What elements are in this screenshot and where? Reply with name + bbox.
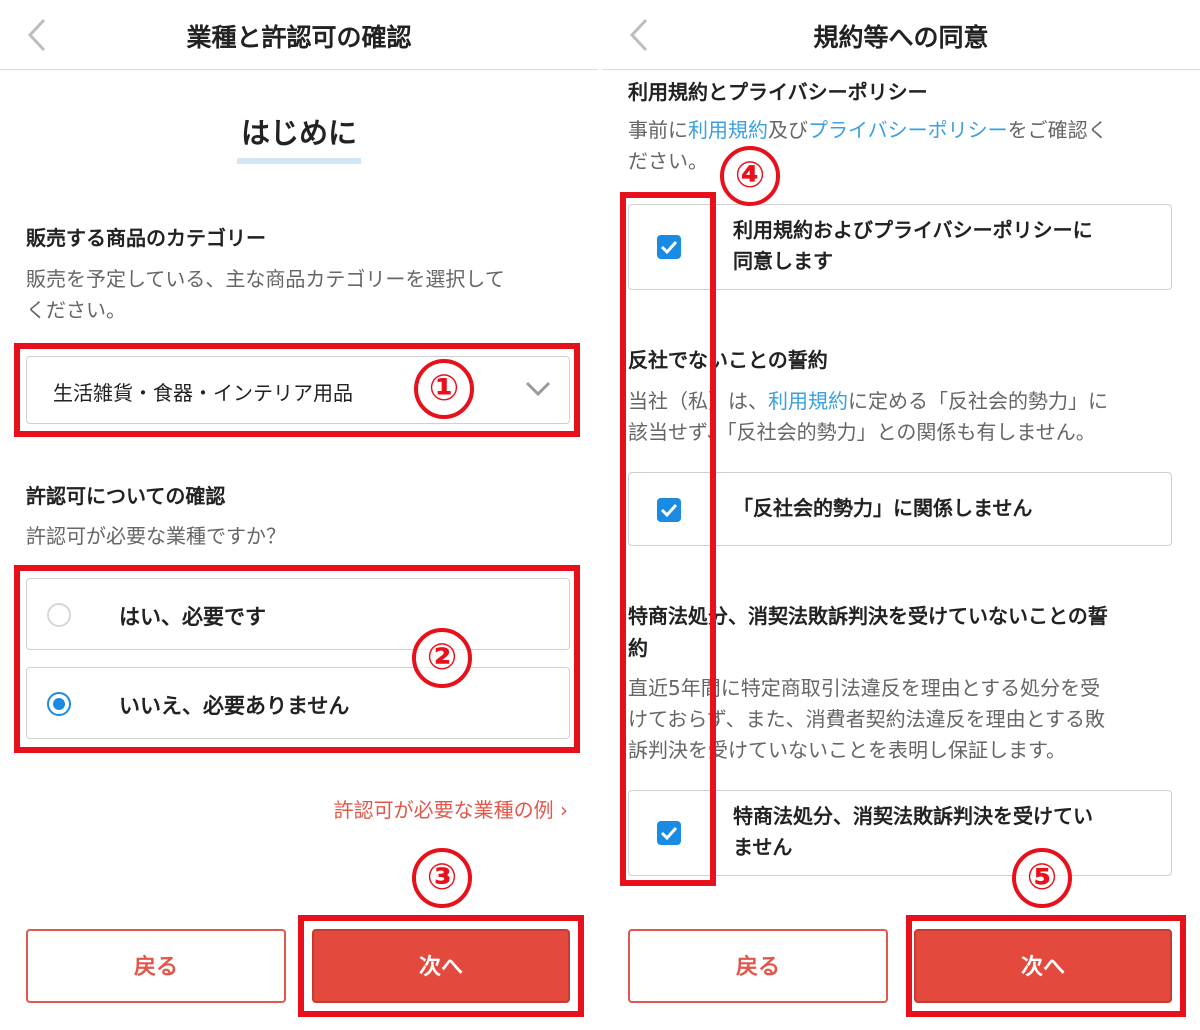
annotation-badge-3: ③ <box>412 848 472 908</box>
next-button[interactable]: 次へ <box>914 929 1172 1003</box>
license-option-no[interactable]: いいえ、必要ありません <box>26 667 570 739</box>
license-desc: 許認可が必要な業種ですか？ <box>26 524 286 548</box>
terms-of-use-link[interactable]: 利用規約 <box>688 118 768 142</box>
annotation-badge-5: ⑤ <box>1012 848 1072 908</box>
terms-agree-text-line1: 利用規約およびプライバシーポリシーに <box>733 218 1093 242</box>
privacy-policy-link[interactable]: プライバシーポリシー <box>808 118 1008 142</box>
checkbox-checked-icon[interactable] <box>657 235 681 259</box>
back-button[interactable]: 戻る <box>628 929 888 1003</box>
right-screen: 規約等への同意 利用規約とプライバシーポリシー 事前に利用規約及びプライバシーポ… <box>602 0 1200 1030</box>
radio-button-selected[interactable] <box>47 692 71 716</box>
category-select[interactable]: 生活雑貨・食器・インテリア用品 <box>26 356 570 424</box>
antisocial-checkbox-card[interactable]: 「反社会的勢力」に関係しません <box>628 472 1172 546</box>
tokusho-label-line1: 特商法処分、消契法敗訴判決を受けていないことの誓 <box>628 604 1108 628</box>
antisocial-check-text: 「反社会的勢力」に関係しません <box>733 496 1033 520</box>
terms-desc-post: をご確認く <box>1007 118 1108 142</box>
antisocial-desc-pre: 当社（私）は、 <box>628 389 768 413</box>
terms-of-use-link-2[interactable]: 利用規約 <box>768 389 848 413</box>
chevron-down-icon <box>525 379 551 399</box>
antisocial-label: 反社でないことの誓約 <box>628 348 828 372</box>
antisocial-desc-post: に定める「反社会的勢力」に <box>848 389 1108 413</box>
tokusho-desc-line3: 訴判決を受けていないことを表明し保証します。 <box>628 738 1066 762</box>
annotation-badge-2: ② <box>412 628 472 688</box>
terms-desc-line1: 事前に利用規約及びプライバシーポリシーをご確認く <box>628 115 1108 146</box>
terms-agree-checkbox-card[interactable]: 利用規約およびプライバシーポリシーに 同意します <box>628 204 1172 290</box>
next-button[interactable]: 次へ <box>312 929 570 1003</box>
category-select-value: 生活雑貨・食器・インテリア用品 <box>53 381 353 405</box>
checkbox-checked-icon[interactable] <box>657 498 681 522</box>
license-option-yes[interactable]: はい、必要です <box>26 578 570 650</box>
terms-desc-mid: 及び <box>768 118 808 142</box>
terms-label: 利用規約とプライバシーポリシー <box>628 80 928 104</box>
category-desc-line1: 販売を予定している、主な商品カテゴリーを選択して <box>26 267 505 291</box>
page-title: 業種と許認可の確認 <box>186 23 412 52</box>
intro-title: はじめに <box>236 110 361 164</box>
header: 業種と許認可の確認 <box>0 0 598 70</box>
back-button[interactable]: 戻る <box>26 929 286 1003</box>
tokusho-desc-line2: けておらず、また、消費者契約法違反を理由とする敗 <box>628 707 1105 731</box>
annotation-badge-4: ④ <box>720 146 780 206</box>
tokusho-label-line2: 約 <box>628 636 648 660</box>
terms-desc-line2: ださい。 <box>628 149 708 173</box>
terms-desc-pre: 事前に <box>628 118 688 142</box>
tokusho-checkbox-card[interactable]: 特商法処分、消契法敗訴判決を受けてい ません <box>628 790 1172 876</box>
antisocial-desc-line2: 該当せず、「反社会的勢力」との関係も有しません。 <box>628 420 1096 444</box>
tokusho-desc-line1: 直近5年間に特定商取引法違反を理由とする処分を受 <box>628 676 1101 700</box>
antisocial-desc-line1: 当社（私）は、利用規約に定める「反社会的勢力」に <box>628 386 1108 417</box>
radio-button[interactable] <box>47 603 71 627</box>
license-option-yes-label: はい、必要です <box>119 605 266 629</box>
category-label: 販売する商品のカテゴリー <box>26 226 266 250</box>
license-example-link[interactable]: 許認可が必要な業種の例 › <box>334 794 568 823</box>
page-title: 規約等への同意 <box>813 23 989 52</box>
license-label: 許認可についての確認 <box>26 484 226 508</box>
checkbox-checked-icon[interactable] <box>657 821 681 845</box>
category-desc-line2: ください。 <box>26 298 126 322</box>
header: 規約等への同意 <box>602 0 1200 70</box>
annotation-badge-1: ① <box>414 359 474 419</box>
tokusho-check-text-line1: 特商法処分、消契法敗訴判決を受けてい <box>733 804 1093 828</box>
intro-heading: はじめに <box>0 110 598 164</box>
terms-agree-text-line2: 同意します <box>733 249 833 273</box>
license-option-no-label: いいえ、必要ありません <box>119 694 350 718</box>
tokusho-check-text-line2: ません <box>733 835 793 859</box>
left-screen: 業種と許認可の確認 はじめに 販売する商品のカテゴリー 販売を予定している、主な… <box>0 0 598 1030</box>
